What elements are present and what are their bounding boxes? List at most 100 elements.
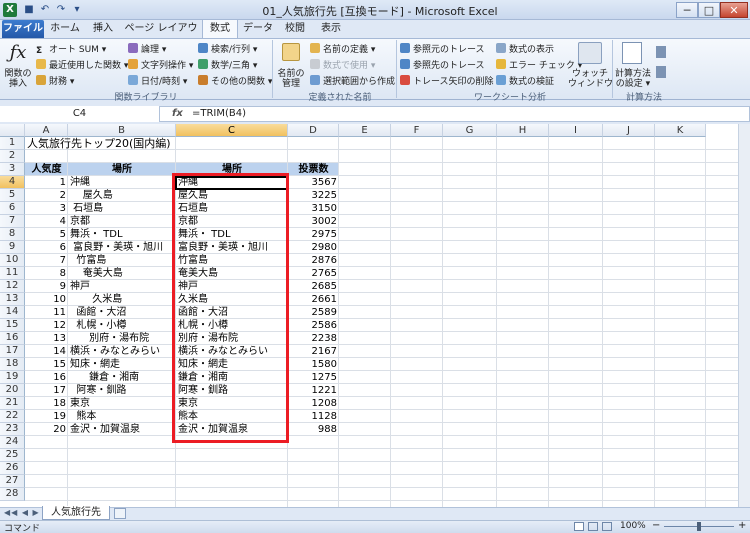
undo-icon[interactable]: ↶ (38, 3, 52, 17)
zoom-level[interactable]: 100% (620, 521, 646, 531)
page-layout-view-icon[interactable] (588, 522, 598, 531)
rank-cell[interactable]: 1 (27, 176, 66, 189)
row-header-16[interactable]: 16 (0, 332, 25, 345)
normal-view-icon[interactable] (574, 522, 584, 531)
rank-cell[interactable]: 8 (27, 267, 66, 280)
column-header-i[interactable]: I (549, 124, 603, 137)
tab-review[interactable]: 校閲 (278, 20, 312, 38)
row-header-11[interactable]: 11 (0, 267, 25, 280)
sheet-tab[interactable]: 人気旅行先 (42, 506, 110, 520)
rank-cell[interactable]: 20 (27, 423, 66, 436)
rank-cell[interactable]: 10 (27, 293, 66, 306)
datetime-button[interactable]: 日付/時刻 ▾ (128, 74, 187, 87)
place-raw-cell[interactable]: 函館・大沼 (70, 306, 174, 319)
place-raw-cell[interactable]: 舞浜・ TDL (70, 228, 174, 241)
tab-file[interactable]: ファイル (2, 20, 44, 38)
calc-options-label-2[interactable]: の設定 ▾ (612, 76, 654, 89)
maximize-button[interactable]: □ (698, 2, 720, 18)
rank-cell[interactable]: 18 (27, 397, 66, 410)
row-header-6[interactable]: 6 (0, 202, 25, 215)
calculate-now-icon[interactable] (656, 46, 666, 58)
column-header-g[interactable]: G (443, 124, 497, 137)
row-header-24[interactable]: 24 (0, 436, 25, 449)
column-header-h[interactable]: H (497, 124, 549, 137)
worksheet-grid[interactable]: A B C D E F G H I J K 1 2 3 4 5 6 7 8 9 10 11 12 13 14 15 16 17 18 19… (0, 124, 738, 507)
recent-functions-button[interactable]: 最近使用した関数 ▾ (36, 58, 128, 71)
rank-cell[interactable]: 7 (27, 254, 66, 267)
votes-cell[interactable]: 2980 (290, 241, 337, 254)
select-all-corner[interactable] (0, 124, 25, 137)
name-box[interactable]: C4 (0, 106, 160, 122)
rank-cell[interactable]: 14 (27, 345, 66, 358)
excel-app-icon[interactable]: X (3, 3, 17, 17)
place-raw-cell[interactable]: 久米島 (70, 293, 174, 306)
more-functions-button[interactable]: その他の関数 ▾ (198, 74, 272, 87)
place-raw-cell[interactable]: 沖縄 (70, 176, 174, 189)
rank-cell[interactable]: 19 (27, 410, 66, 423)
header-place-raw[interactable]: 場所 (70, 163, 174, 176)
remove-arrows-button[interactable]: トレース矢印の削除 ▾ (400, 74, 501, 87)
place-raw-cell[interactable]: 知床・網走 (70, 358, 174, 371)
rank-cell[interactable]: 4 (27, 215, 66, 228)
place-raw-cell[interactable]: 奄美大島 (70, 267, 174, 280)
rank-cell[interactable]: 13 (27, 332, 66, 345)
row-header-12[interactable]: 12 (0, 280, 25, 293)
row-header-18[interactable]: 18 (0, 358, 25, 371)
rank-cell[interactable]: 12 (27, 319, 66, 332)
column-header-k[interactable]: K (655, 124, 706, 137)
sheet-title-cell[interactable]: 人気旅行先トップ20(国内編) (27, 137, 171, 150)
rank-cell[interactable]: 16 (27, 371, 66, 384)
trace-precedents-button[interactable]: 参照元のトレース (400, 42, 485, 55)
evaluate-formula-button[interactable]: 数式の検証 (496, 74, 554, 87)
name-manager-label-2[interactable]: 管理 (276, 76, 306, 89)
place-raw-cell[interactable]: 別府・湯布院 (70, 332, 174, 345)
row-header-17[interactable]: 17 (0, 345, 25, 358)
zoom-slider-thumb[interactable] (697, 522, 701, 531)
place-raw-cell[interactable]: 札幌・小樽 (70, 319, 174, 332)
page-break-view-icon[interactable] (602, 522, 612, 531)
new-sheet-icon[interactable] (114, 508, 126, 519)
votes-cell[interactable]: 3567 (290, 176, 337, 189)
rank-cell[interactable]: 6 (27, 241, 66, 254)
place-raw-cell[interactable]: 金沢・加賀温泉 (70, 423, 174, 436)
votes-cell[interactable]: 2876 (290, 254, 337, 267)
text-functions-button[interactable]: 文字列操作 ▾ (128, 58, 193, 71)
tab-page-layout[interactable]: ページ レイアウト (122, 20, 200, 52)
row-header-20[interactable]: 20 (0, 384, 25, 397)
minimize-button[interactable]: ─ (676, 2, 698, 18)
watch-window-icon[interactable] (578, 42, 602, 64)
header-rank[interactable]: 人気度 (27, 163, 66, 176)
tab-data[interactable]: データ (240, 20, 276, 38)
votes-cell[interactable]: 2167 (290, 345, 337, 358)
place-raw-cell[interactable]: 神戸 (70, 280, 174, 293)
column-header-b[interactable]: B (68, 124, 176, 137)
tab-formulas[interactable]: 数式 (202, 19, 238, 39)
row-header-26[interactable]: 26 (0, 462, 25, 475)
votes-cell[interactable]: 1221 (290, 384, 337, 397)
votes-cell[interactable]: 2661 (290, 293, 337, 306)
row-header-1[interactable]: 1 (0, 137, 25, 150)
place-raw-cell[interactable]: 竹富島 (70, 254, 174, 267)
row-header-27[interactable]: 27 (0, 475, 25, 488)
row-header-8[interactable]: 8 (0, 228, 25, 241)
row-header-9[interactable]: 9 (0, 241, 25, 254)
place-raw-cell[interactable]: 横浜・みなとみらい (70, 345, 174, 358)
row-header-15[interactable]: 15 (0, 319, 25, 332)
math-button[interactable]: 数学/三角 ▾ (198, 58, 257, 71)
row-header-22[interactable]: 22 (0, 410, 25, 423)
trace-dependents-button[interactable]: 参照先のトレース (400, 58, 485, 71)
votes-cell[interactable]: 3150 (290, 202, 337, 215)
calculate-sheet-icon[interactable] (656, 66, 666, 78)
votes-cell[interactable]: 2586 (290, 319, 337, 332)
row-header-5[interactable]: 5 (0, 189, 25, 202)
insert-function-icon[interactable]: ƒx (6, 42, 30, 64)
votes-cell[interactable]: 2238 (290, 332, 337, 345)
place-raw-cell[interactable]: 阿寒・釧路 (70, 384, 174, 397)
rank-cell[interactable]: 9 (27, 280, 66, 293)
save-icon[interactable]: ■ (22, 3, 36, 17)
votes-cell[interactable]: 2765 (290, 267, 337, 280)
create-from-selection-button[interactable]: 選択範囲から作成 (310, 74, 395, 87)
define-name-button[interactable]: 名前の定義 ▾ (310, 42, 375, 55)
autosum-button[interactable]: Σ オート SUM ▾ (36, 42, 106, 56)
tab-insert[interactable]: 挿入 (86, 20, 120, 38)
